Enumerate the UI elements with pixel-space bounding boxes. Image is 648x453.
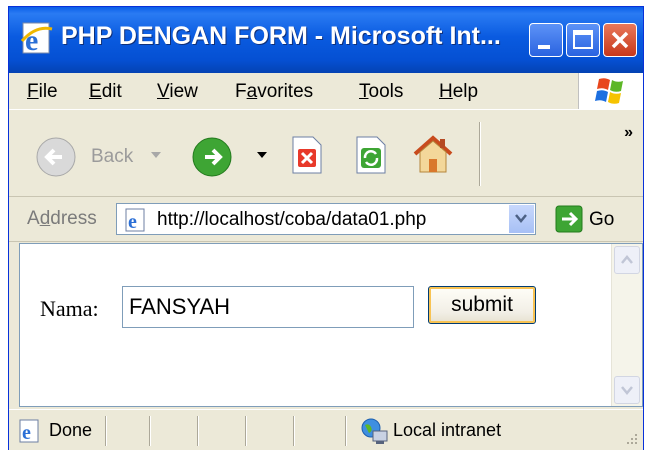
toolbar-separator (479, 122, 481, 186)
menu-file[interactable]: File (27, 81, 58, 103)
svg-text:e: e (22, 422, 31, 444)
status-divider (197, 416, 199, 446)
back-dropdown-icon[interactable] (151, 152, 161, 160)
maximize-icon (573, 30, 593, 49)
page-icon: e (125, 208, 145, 233)
intranet-zone-icon (361, 418, 388, 444)
go-arrow-icon (555, 205, 583, 233)
home-button[interactable] (409, 130, 457, 178)
menu-favorites[interactable]: Favorites (235, 81, 313, 103)
back-label: Back (91, 146, 134, 167)
page-done-icon: e (19, 419, 39, 444)
menu-bar: File Edit View Favorites Tools Help (9, 73, 643, 110)
close-icon (611, 31, 629, 49)
scroll-down-button[interactable] (614, 376, 640, 404)
scroll-up-button[interactable] (614, 246, 640, 274)
refresh-button[interactable] (353, 134, 389, 176)
security-zone-text: Local intranet (393, 420, 502, 440)
toolbar-more-chevron[interactable]: » (624, 124, 633, 142)
back-button[interactable] (35, 136, 77, 178)
nama-input[interactable] (122, 286, 414, 328)
maximize-button[interactable] (566, 23, 600, 57)
minimize-button[interactable] (529, 23, 563, 57)
status-divider (105, 416, 107, 446)
stop-button[interactable] (289, 134, 325, 176)
status-divider (293, 416, 295, 446)
svg-text:e: e (128, 211, 137, 233)
menu-tools[interactable]: Tools (359, 81, 403, 103)
nama-label: Nama: (40, 296, 99, 321)
browser-window: e PHP DENGAN FORM - Microsoft Int... Fil… (8, 6, 644, 450)
status-divider (345, 416, 347, 446)
forward-dropdown-icon[interactable] (257, 152, 267, 160)
minimize-icon (538, 45, 550, 49)
page-content: Nama: submit (19, 243, 643, 407)
title-bar[interactable]: e PHP DENGAN FORM - Microsoft Int... (9, 7, 643, 73)
standard-toolbar: Back » (9, 110, 643, 197)
window-title: PHP DENGAN FORM - Microsoft Int... (61, 22, 501, 50)
address-url: http://localhost/coba/data01.php (157, 209, 427, 230)
address-label: Address (27, 208, 97, 229)
status-divider (149, 416, 151, 446)
chevron-down-icon (515, 214, 527, 223)
chevron-down-icon (621, 386, 633, 395)
windows-logo (578, 73, 643, 109)
windows-flag-icon (595, 78, 623, 104)
status-bar: e Done Local intranet (9, 409, 643, 450)
address-dropdown-button[interactable] (508, 205, 534, 233)
status-text: Done (49, 420, 93, 440)
address-bar: Address e http://localhost/coba/data01.p… (9, 197, 643, 242)
forward-button[interactable] (191, 136, 233, 178)
menu-help[interactable]: Help (439, 81, 478, 103)
close-button[interactable] (603, 23, 637, 57)
menu-view[interactable]: View (157, 81, 198, 103)
vertical-scrollbar[interactable] (611, 244, 642, 406)
ie-icon: e (20, 22, 53, 57)
resize-grip-icon[interactable] (625, 432, 639, 446)
menu-edit[interactable]: Edit (89, 81, 122, 103)
address-input[interactable]: e http://localhost/coba/data01.php (116, 203, 536, 235)
go-button[interactable]: Go (547, 203, 627, 235)
go-label: Go (589, 209, 615, 230)
submit-button[interactable]: submit (428, 286, 536, 324)
status-divider (245, 416, 247, 446)
chevron-up-icon (621, 255, 633, 264)
